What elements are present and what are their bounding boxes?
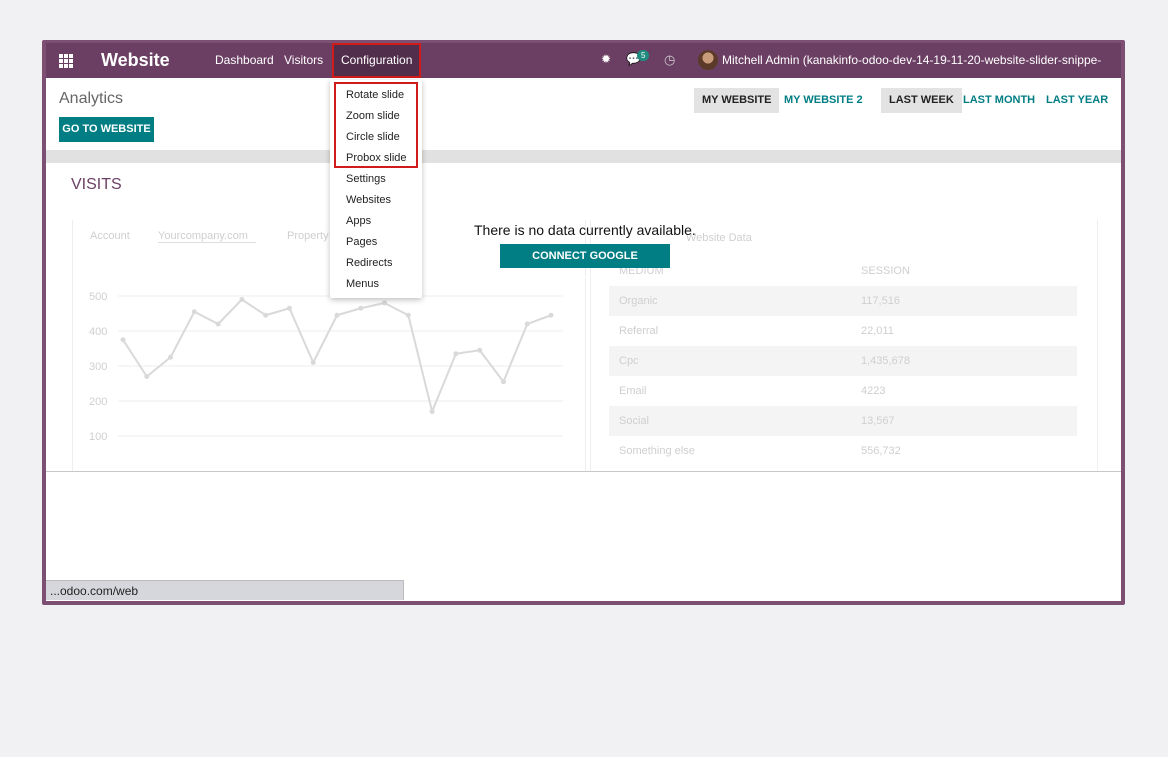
configuration-dropdown: Rotate slide Zoom slide Circle slide Pro… (330, 80, 422, 298)
table-cell-session: 22,011 (861, 325, 894, 337)
table-cell-session: 1,435,678 (861, 355, 910, 367)
data-point (263, 312, 269, 318)
top-navbar: Website Dashboard Visitors Configuration… (46, 43, 1121, 102)
menu-item-menus[interactable]: Menus (346, 278, 379, 290)
user-avatar[interactable] (698, 50, 718, 70)
connect-google-analytics-button[interactable]: CONNECT GOOGLE ANALYTICS (500, 244, 670, 286)
page-title: Analytics (59, 90, 124, 107)
table-row: Organic 117,516 (609, 286, 1077, 316)
table-cell-medium: Something else (619, 445, 695, 457)
app-brand: Website (101, 50, 170, 70)
table-row: Referral 22,011 (609, 316, 1077, 346)
table-cell-session: 117,516 (861, 295, 900, 307)
data-point (524, 321, 530, 327)
separator-band (46, 150, 1121, 163)
menu-visitors[interactable]: Visitors (284, 43, 323, 78)
table-row: Something else 556,732 (609, 436, 1077, 466)
data-point (453, 351, 459, 357)
menu-item-websites[interactable]: Websites (346, 194, 391, 206)
menu-item-circle-slide[interactable]: Circle slide (346, 131, 400, 143)
menu-item-pages[interactable]: Pages (346, 236, 377, 248)
table-cell-medium: Social (619, 415, 649, 427)
filter-my-website-2[interactable]: MY WEBSITE 2 (776, 88, 871, 113)
menu-dashboard[interactable]: Dashboard (215, 43, 274, 78)
menu-item-zoom-slide[interactable]: Zoom slide (346, 110, 400, 122)
data-point (215, 321, 221, 327)
view-select[interactable]: Website Data (686, 232, 752, 244)
data-point (334, 312, 340, 318)
table-cell-medium: Cpc (619, 355, 639, 367)
filter-last-month[interactable]: LAST MONTH (955, 88, 1043, 113)
table-cell-session: 556,732 (861, 445, 901, 457)
menu-item-rotate-slide[interactable]: Rotate slide (346, 89, 404, 101)
menu-configuration[interactable]: Configuration (332, 43, 422, 78)
filter-last-year[interactable]: LAST YEAR (1038, 88, 1116, 113)
data-point (405, 312, 411, 318)
table-row: Email 4223 (609, 376, 1077, 406)
browser-status-bar: ...odoo.com/web (46, 580, 404, 600)
debug-bug-icon[interactable]: ✹ (601, 52, 611, 66)
table-header-session: SESSION (861, 265, 910, 277)
data-point (191, 309, 197, 315)
data-point (239, 297, 245, 302)
data-point (358, 305, 364, 311)
filter-my-website[interactable]: MY WEBSITE (694, 88, 780, 113)
data-point (548, 312, 554, 318)
table-cell-session: 4223 (861, 385, 886, 397)
data-point (120, 337, 126, 343)
content-divider (46, 471, 1121, 472)
data-point (429, 409, 435, 414)
menu-item-redirects[interactable]: Redirects (346, 257, 392, 269)
data-point (144, 374, 150, 379)
go-to-website-button[interactable]: GO TO WEBSITE (59, 117, 154, 142)
table-cell-medium: Organic (619, 295, 658, 307)
menu-item-apps[interactable]: Apps (346, 215, 371, 227)
data-point (310, 360, 316, 365)
table-row: Cpc 1,435,678 (609, 346, 1077, 376)
message-count-badge: 5 (637, 50, 650, 61)
table-cell-medium: Referral (619, 325, 659, 337)
data-point (477, 347, 483, 353)
table-cell-medium: Email (619, 385, 647, 397)
apps-menu-icon[interactable] (59, 54, 73, 68)
data-point (382, 300, 388, 306)
visits-heading: VISITS (71, 176, 122, 193)
table-row: Social 13,567 (609, 406, 1077, 436)
filter-last-week[interactable]: LAST WEEK (881, 88, 962, 113)
data-point (500, 379, 506, 385)
data-point (286, 305, 292, 311)
data-point (168, 354, 174, 360)
no-data-message: There is no data currently available. (474, 222, 696, 238)
table-cell-session: 13,567 (861, 415, 895, 427)
menu-item-probox-slide[interactable]: Probox slide (346, 152, 407, 164)
menu-item-settings[interactable]: Settings (346, 173, 386, 185)
main-content: Analytics GO TO WEBSITE MY WEBSITE MY WE… (46, 78, 1121, 601)
activity-clock-icon[interactable]: ◷ (664, 52, 675, 68)
